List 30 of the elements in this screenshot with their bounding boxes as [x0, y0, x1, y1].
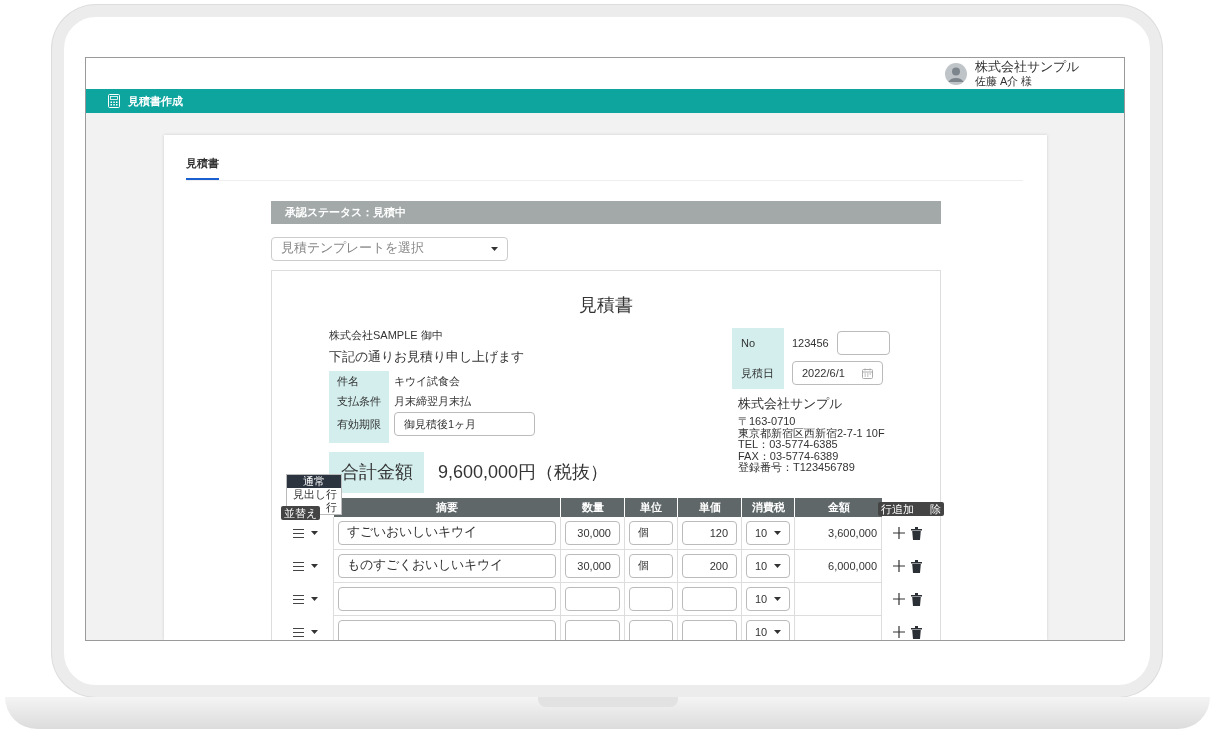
field-label: 見積日	[741, 366, 775, 381]
company-name: 株式会社サンプル	[975, 59, 1079, 74]
column-header: 金額	[794, 497, 882, 517]
amount-cell: 6,000,000	[794, 549, 882, 583]
field-label: 有効期限	[329, 410, 389, 443]
column-header: 単価	[677, 497, 741, 517]
column-header: 数量	[560, 497, 624, 517]
field-label: No	[741, 335, 757, 351]
issuer-address-line: FAX：03-5774-6389	[738, 450, 840, 462]
issuer-name: 株式会社サンプル	[738, 398, 843, 410]
total-amount: 9,600,000円（税抜）	[438, 460, 609, 484]
issuer-address-line: 〒163-0710	[738, 416, 797, 428]
greeting: 下記の通りお見積り申し上げます	[329, 349, 525, 366]
quote-number: 123456	[792, 335, 829, 351]
field-value: 月末締翌月末払	[394, 393, 471, 409]
app-title: 見積書作成	[128, 93, 183, 109]
field-label: 支払条件	[329, 390, 389, 411]
tooltip: 行追加	[878, 501, 917, 516]
document-title: 見積書	[578, 293, 634, 317]
field-value: キウイ試食会	[394, 373, 460, 389]
recipient: 株式会社SAMPLE 御中	[329, 327, 444, 343]
issuer-address-line: 東京都新宿区西新宿2-7-1 10F	[738, 427, 886, 439]
user-name: 佐藤 A介 様	[975, 73, 1034, 88]
field-label: 件名	[329, 370, 389, 391]
column-header: 消費税	[741, 497, 794, 517]
issuer-address-line: 登録番号：T123456789	[738, 462, 856, 474]
issuer-address-line: TEL：03-5774-6385	[738, 439, 839, 451]
amount-cell: 3,600,000	[794, 516, 882, 550]
status-bar: 承認ステータス：見積中	[271, 200, 941, 224]
column-header: 単位	[624, 497, 677, 517]
